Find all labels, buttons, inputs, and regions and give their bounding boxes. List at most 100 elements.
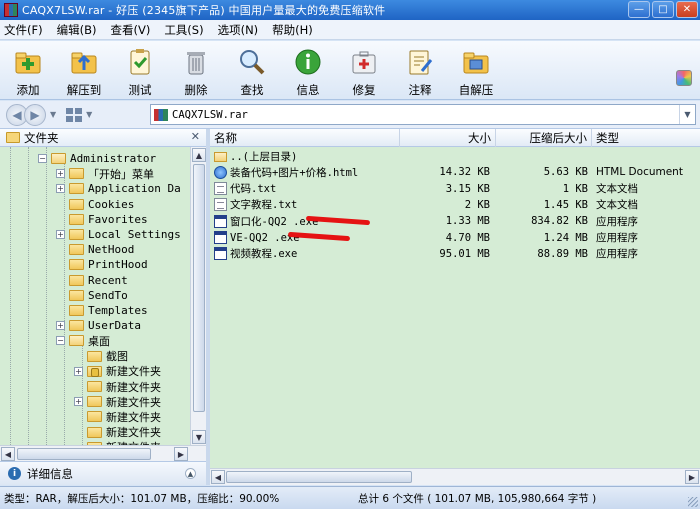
file-name: ..(上层目录) <box>230 150 298 163</box>
skin-icon[interactable] <box>676 70 692 86</box>
forward-button[interactable]: ▶ <box>24 103 46 126</box>
repair-button[interactable]: 修复 <box>336 41 392 100</box>
tree-item[interactable]: + 「开始」菜单 <box>56 166 154 181</box>
resize-grip[interactable] <box>688 497 698 507</box>
file-list: ..(上层目录) 装备代码+图片+价格.html 14.32 KB 5.63 KB HT… <box>210 147 700 468</box>
first-aid-icon <box>352 51 376 74</box>
tree-horizontal-scrollbar[interactable]: ◀ ▶ <box>0 445 206 461</box>
comment-button[interactable]: 注释 <box>392 41 448 100</box>
tree-item-label: 「开始」菜单 <box>88 167 154 181</box>
tree-item[interactable]: Recent <box>56 273 128 288</box>
collapse-icon[interactable]: − <box>38 154 47 163</box>
maximize-button[interactable]: □ <box>652 1 674 18</box>
column-type[interactable]: 类型 <box>592 129 700 147</box>
tree-vertical-scrollbar[interactable]: ▲ ▼ <box>190 147 206 445</box>
column-name[interactable]: 名称 <box>210 129 400 147</box>
expand-icon[interactable]: + <box>74 397 83 407</box>
archive-icon <box>154 108 168 121</box>
file-name: 代码.txt <box>230 183 277 196</box>
details-panel-toggle[interactable]: i 详细信息 ▲ <box>0 461 206 485</box>
tree-item[interactable]: 新建文件夹 <box>74 379 161 394</box>
folder-icon <box>87 350 102 362</box>
file-type: 文本文档 <box>596 183 638 196</box>
scroll-right-icon[interactable]: ▶ <box>685 470 699 484</box>
menu-tools[interactable]: 工具(S) <box>164 22 203 38</box>
scroll-thumb[interactable] <box>193 164 205 412</box>
expand-icon[interactable]: + <box>74 366 83 376</box>
close-button[interactable]: ✕ <box>676 1 698 18</box>
chevron-up-icon[interactable]: ▲ <box>185 468 196 479</box>
text-file-icon <box>214 182 227 196</box>
file-size: 95.01 MB <box>439 247 490 260</box>
menu-options[interactable]: 选项(N) <box>218 22 259 38</box>
file-name: 窗口化-QQ2 .exe <box>230 215 319 228</box>
tree-item[interactable]: − Administrator <box>38 151 156 166</box>
file-row[interactable]: 装备代码+图片+价格.html 14.32 KB 5.63 KB HTML Docum… <box>210 164 700 180</box>
delete-button[interactable]: 删除 <box>168 41 224 100</box>
address-path: CAQX7LSW.rar <box>172 108 248 121</box>
add-button[interactable]: 添加 <box>0 41 56 100</box>
list-horizontal-scrollbar[interactable]: ◀ ▶ <box>210 468 700 485</box>
tree-item-label: Recent <box>88 273 128 287</box>
tree-item[interactable]: 截图 <box>74 349 128 364</box>
file-row[interactable]: VE-QQ2 .exe 4.70 MB 1.24 MB 应用程序 <box>210 230 700 246</box>
tree-item[interactable]: Cookies <box>56 197 134 212</box>
collapse-icon[interactable]: − <box>56 336 65 346</box>
file-row[interactable]: 窗口化-QQ2 .exe 1.33 MB 834.82 KB 应用程序 <box>210 213 700 229</box>
status-bar: 类型：RAR，解压后大小：101.07 MB，压缩比：90.00% 总计 6 个… <box>0 486 700 509</box>
view-mode-icon[interactable] <box>66 107 83 122</box>
scroll-down-icon[interactable]: ▼ <box>192 430 206 444</box>
file-row[interactable]: 代码.txt 3.15 KB 1 KB 文本文档 <box>210 181 700 197</box>
scroll-left-icon[interactable]: ◀ <box>1 447 15 461</box>
expand-icon[interactable]: + <box>56 230 65 239</box>
menu-help[interactable]: 帮助(H) <box>272 22 313 38</box>
tree-item-label: 新建文件夹 <box>106 395 161 409</box>
tree-item[interactable]: + Application Da <box>56 181 181 196</box>
file-row[interactable]: 视频教程.exe 95.01 MB 88.89 MB 应用程序 <box>210 246 700 262</box>
tree-item[interactable]: NetHood <box>56 242 134 257</box>
extract-to-button[interactable]: 解压到 <box>56 41 112 100</box>
expand-icon[interactable]: + <box>56 321 65 331</box>
scroll-left-icon[interactable]: ◀ <box>211 470 225 484</box>
view-dropdown-icon[interactable]: ▼ <box>86 110 92 119</box>
info-button[interactable]: 信息 <box>280 41 336 100</box>
tree-item[interactable]: PrintHood <box>56 257 148 272</box>
tree-item[interactable]: SendTo <box>56 288 128 303</box>
scroll-right-icon[interactable]: ▶ <box>174 447 188 461</box>
tree-guide-line <box>10 147 11 445</box>
expand-icon[interactable]: + <box>56 184 65 194</box>
tree-item[interactable]: Favorites <box>56 212 148 227</box>
scroll-thumb[interactable] <box>226 471 412 483</box>
file-row[interactable]: ..(上层目录) <box>210 148 700 164</box>
toolbar: 添加 解压到 测试 删除 查找 信息 修复 注释 自解压 <box>0 41 700 100</box>
scroll-up-icon[interactable]: ▲ <box>192 148 206 162</box>
tree-item[interactable]: + UserData <box>56 318 141 333</box>
file-name-cell: 代码.txt <box>214 181 276 197</box>
tree-item[interactable]: − 桌面 <box>56 333 110 348</box>
tree-item-label: 新建文件夹 <box>106 365 161 379</box>
column-size[interactable]: 大小 <box>400 129 496 147</box>
find-button[interactable]: 查找 <box>224 41 280 100</box>
tree-item[interactable]: Templates <box>56 303 148 318</box>
tree-item[interactable]: + 新建文件夹 <box>74 394 161 409</box>
tree-item[interactable]: 新建文件夹 <box>74 425 161 440</box>
tree-item[interactable]: 新建文件夹 <box>74 409 161 424</box>
close-pane-icon[interactable]: ✕ <box>191 130 200 143</box>
address-field[interactable]: CAQX7LSW.rar ▼ <box>150 104 696 125</box>
self-extract-button[interactable]: 自解压 <box>448 41 504 100</box>
minimize-button[interactable]: — <box>628 1 650 18</box>
tree-item[interactable]: + Local Settings <box>56 227 181 242</box>
expand-icon[interactable]: + <box>56 169 65 179</box>
address-dropdown-icon[interactable]: ▼ <box>679 105 695 124</box>
tree-item[interactable]: + 新建文件夹 <box>74 364 161 379</box>
menu-view[interactable]: 查看(V) <box>110 22 150 38</box>
column-packed-size[interactable]: 压缩后大小 <box>496 129 592 147</box>
file-name: 视频教程.exe <box>230 248 298 261</box>
tree-item-label: Templates <box>88 304 148 317</box>
menu-edit[interactable]: 编辑(B) <box>57 22 97 38</box>
scroll-thumb[interactable] <box>17 448 151 460</box>
history-dropdown-icon[interactable]: ▼ <box>50 110 56 119</box>
menu-file[interactable]: 文件(F) <box>4 22 43 38</box>
test-button[interactable]: 测试 <box>112 41 168 100</box>
file-row[interactable]: 文字教程.txt 2 KB 1.45 KB 文本文档 <box>210 197 700 213</box>
